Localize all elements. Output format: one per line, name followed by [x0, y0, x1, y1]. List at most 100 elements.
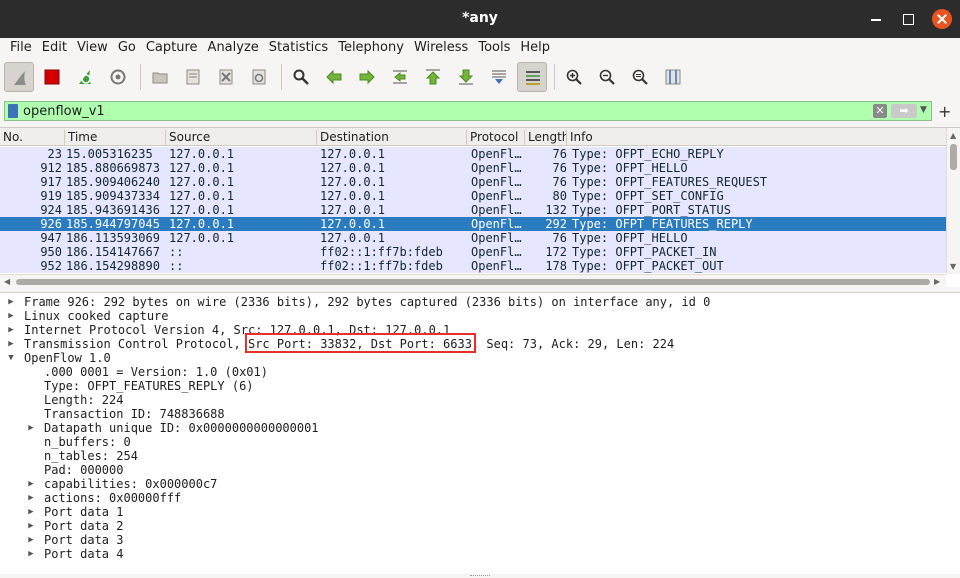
go-forward-button[interactable]	[352, 62, 382, 92]
scroll-left-icon[interactable]: ◀	[4, 277, 10, 286]
go-back-button[interactable]	[319, 62, 349, 92]
packet-row[interactable]: 926 185.944797045 127.0.0.1 127.0.0.1 OpenFl…	[0, 217, 946, 231]
close-file-button[interactable]	[211, 62, 241, 92]
menu-help[interactable]: Help	[515, 38, 555, 58]
collapsed-arrow-icon[interactable]: ▶	[26, 491, 36, 505]
autoscroll-button[interactable]	[484, 62, 514, 92]
scroll-thumb[interactable]	[950, 144, 957, 170]
collapsed-arrow-icon[interactable]: ▶	[26, 533, 36, 547]
highlight-box	[245, 333, 476, 353]
apply-filter-icon[interactable]: ➡	[891, 104, 917, 118]
column-header-length[interactable]: Length	[524, 130, 566, 146]
column-header-time[interactable]: Time	[64, 130, 165, 146]
scroll-thumb[interactable]	[16, 279, 930, 285]
collapsed-arrow-icon[interactable]: ▶	[6, 309, 16, 323]
detail-tree-item[interactable]: ▼ OpenFlow 1.0	[0, 351, 946, 365]
detail-tree-item[interactable]: ▶ Port data 2	[0, 519, 946, 533]
menu-edit[interactable]: Edit	[37, 38, 72, 58]
detail-tree-item[interactable]: Transaction ID: 748836688	[0, 407, 946, 421]
packet-list-horizontal-scrollbar[interactable]: ◀ ▶	[0, 274, 946, 287]
zoom-in-button[interactable]	[559, 62, 589, 92]
packet-row[interactable]: 919 185.909437334 127.0.0.1 127.0.0.1 OpenFl…	[0, 189, 946, 203]
packet-row[interactable]: 952 186.154298890:: ff02::1:ff7b:fdeb OpenF…	[0, 259, 946, 273]
menu-analyze[interactable]: Analyze	[203, 38, 264, 58]
save-file-button[interactable]	[178, 62, 208, 92]
collapsed-arrow-icon[interactable]: ▶	[6, 337, 16, 351]
detail-tree-item[interactable]: n_buffers: 0	[0, 435, 946, 449]
column-header-protocol[interactable]: Protocol	[466, 130, 524, 146]
display-filter-input[interactable]	[23, 103, 863, 119]
reload-file-button[interactable]	[244, 62, 274, 92]
packet-cell-info: Type: OFPT_SET_CONFIG	[572, 189, 724, 203]
expanded-arrow-icon[interactable]: ▼	[6, 351, 16, 365]
resize-columns-button[interactable]	[658, 62, 688, 92]
detail-tree-item[interactable]: ▶ Datapath unique ID: 0x0000000000000001	[0, 421, 946, 435]
collapsed-arrow-icon[interactable]: ▶	[26, 421, 36, 435]
packet-row[interactable]: 912 185.880669873 127.0.0.1 127.0.0.1 OpenFl…	[0, 161, 946, 175]
column-header-info[interactable]: Info	[566, 130, 946, 146]
menu-capture[interactable]: Capture	[141, 38, 203, 58]
menu-statistics[interactable]: Statistics	[264, 38, 333, 58]
packet-cell-info: Type: OFPT_HELLO	[572, 231, 688, 245]
open-file-button[interactable]	[145, 62, 175, 92]
stop-capture-button[interactable]	[37, 62, 67, 92]
collapsed-arrow-icon[interactable]: ▶	[26, 519, 36, 533]
packet-cell-src: 127.0.0.1	[169, 231, 235, 245]
menu-go[interactable]: Go	[113, 38, 141, 58]
start-capture-button[interactable]	[4, 62, 34, 92]
collapsed-arrow-icon[interactable]: ▶	[26, 477, 36, 491]
packet-row[interactable]: 950 186.154147667:: ff02::1:ff7b:fdeb OpenF…	[0, 245, 946, 259]
add-filter-button-plus-icon[interactable]: +	[938, 102, 951, 121]
column-header-no[interactable]: No.	[0, 130, 64, 146]
detail-tree-item[interactable]: Pad: 000000	[0, 463, 946, 477]
detail-tree-item[interactable]: Type: OFPT_FEATURES_REPLY (6)	[0, 379, 946, 393]
column-header-source[interactable]: Source	[165, 130, 316, 146]
packet-list-vertical-scrollbar[interactable]: ▲ ▼	[946, 128, 960, 274]
detail-tree-item[interactable]: ▶ actions: 0x00000fff	[0, 491, 946, 505]
collapsed-arrow-icon[interactable]: ▶	[26, 547, 36, 561]
capture-options-button[interactable]	[103, 62, 133, 92]
zoom-out-button[interactable]	[592, 62, 622, 92]
detail-tree-item[interactable]: ▶ capabilities: 0x000000c7	[0, 477, 946, 491]
packet-row[interactable]: 924 185.943691436 127.0.0.1 127.0.0.1 OpenFl…	[0, 203, 946, 217]
collapsed-arrow-icon[interactable]: ▶	[6, 323, 16, 337]
scroll-up-icon[interactable]: ▲	[950, 131, 956, 140]
close-icon[interactable]	[932, 9, 952, 29]
scroll-down-icon[interactable]: ▼	[950, 262, 956, 271]
packet-cell-info: Type: OFPT_FEATURES_REQUEST	[572, 175, 768, 189]
detail-tree-item[interactable]: ▶ Port data 3	[0, 533, 946, 547]
packet-row[interactable]: 23 15.005316235 127.0.0.1 127.0.0.1 OpenFl… 7…	[0, 147, 946, 161]
maximize-icon[interactable]	[898, 9, 918, 29]
last-packet-button[interactable]	[451, 62, 481, 92]
go-to-packet-button[interactable]	[385, 62, 415, 92]
find-packet-button[interactable]	[286, 62, 316, 92]
detail-tree-item[interactable]: n_tables: 254	[0, 449, 946, 463]
detail-tree-item[interactable]: Length: 224	[0, 393, 946, 407]
menu-file[interactable]: File	[5, 38, 37, 58]
first-packet-button[interactable]	[418, 62, 448, 92]
menu-telephony[interactable]: Telephony	[333, 38, 409, 58]
minimize-icon[interactable]	[866, 9, 886, 29]
scroll-right-icon[interactable]: ▶	[934, 277, 940, 286]
restart-capture-button[interactable]	[70, 62, 100, 92]
detail-tree-item[interactable]: ▶ Frame 926: 292 bytes on wire (2336 bits…	[0, 295, 946, 309]
packet-row[interactable]: 947 186.113593069 127.0.0.1 127.0.0.1 OpenFl…	[0, 231, 946, 245]
packet-cell-no: 950	[40, 245, 62, 259]
collapsed-arrow-icon[interactable]: ▶	[6, 295, 16, 309]
filter-history-chevron-icon[interactable]: ▼	[920, 105, 927, 115]
detail-tree-item[interactable]: .000 0001 = Version: 1.0 (0x01)	[0, 365, 946, 379]
column-header-destination[interactable]: Destination	[316, 130, 466, 146]
zoom-normal-button[interactable]	[625, 62, 655, 92]
clear-filter-icon[interactable]: ✕	[873, 104, 887, 118]
menu-view[interactable]: View	[72, 38, 113, 58]
packet-row[interactable]: 917 185.909406240 127.0.0.1 127.0.0.1 OpenFl…	[0, 175, 946, 189]
menu-tools[interactable]: Tools	[473, 38, 515, 58]
collapsed-arrow-icon[interactable]: ▶	[26, 505, 36, 519]
detail-tree-item[interactable]: ▶ Linux cooked capture	[0, 309, 946, 323]
packet-cell-proto: OpenFl…	[471, 245, 522, 259]
detail-tree-item[interactable]: ▶ Port data 4	[0, 547, 946, 561]
colorize-button[interactable]	[517, 62, 547, 92]
menu-wireless[interactable]: Wireless	[409, 38, 473, 58]
bookmark-icon[interactable]	[8, 104, 18, 118]
detail-tree-item[interactable]: ▶ Port data 1	[0, 505, 946, 519]
